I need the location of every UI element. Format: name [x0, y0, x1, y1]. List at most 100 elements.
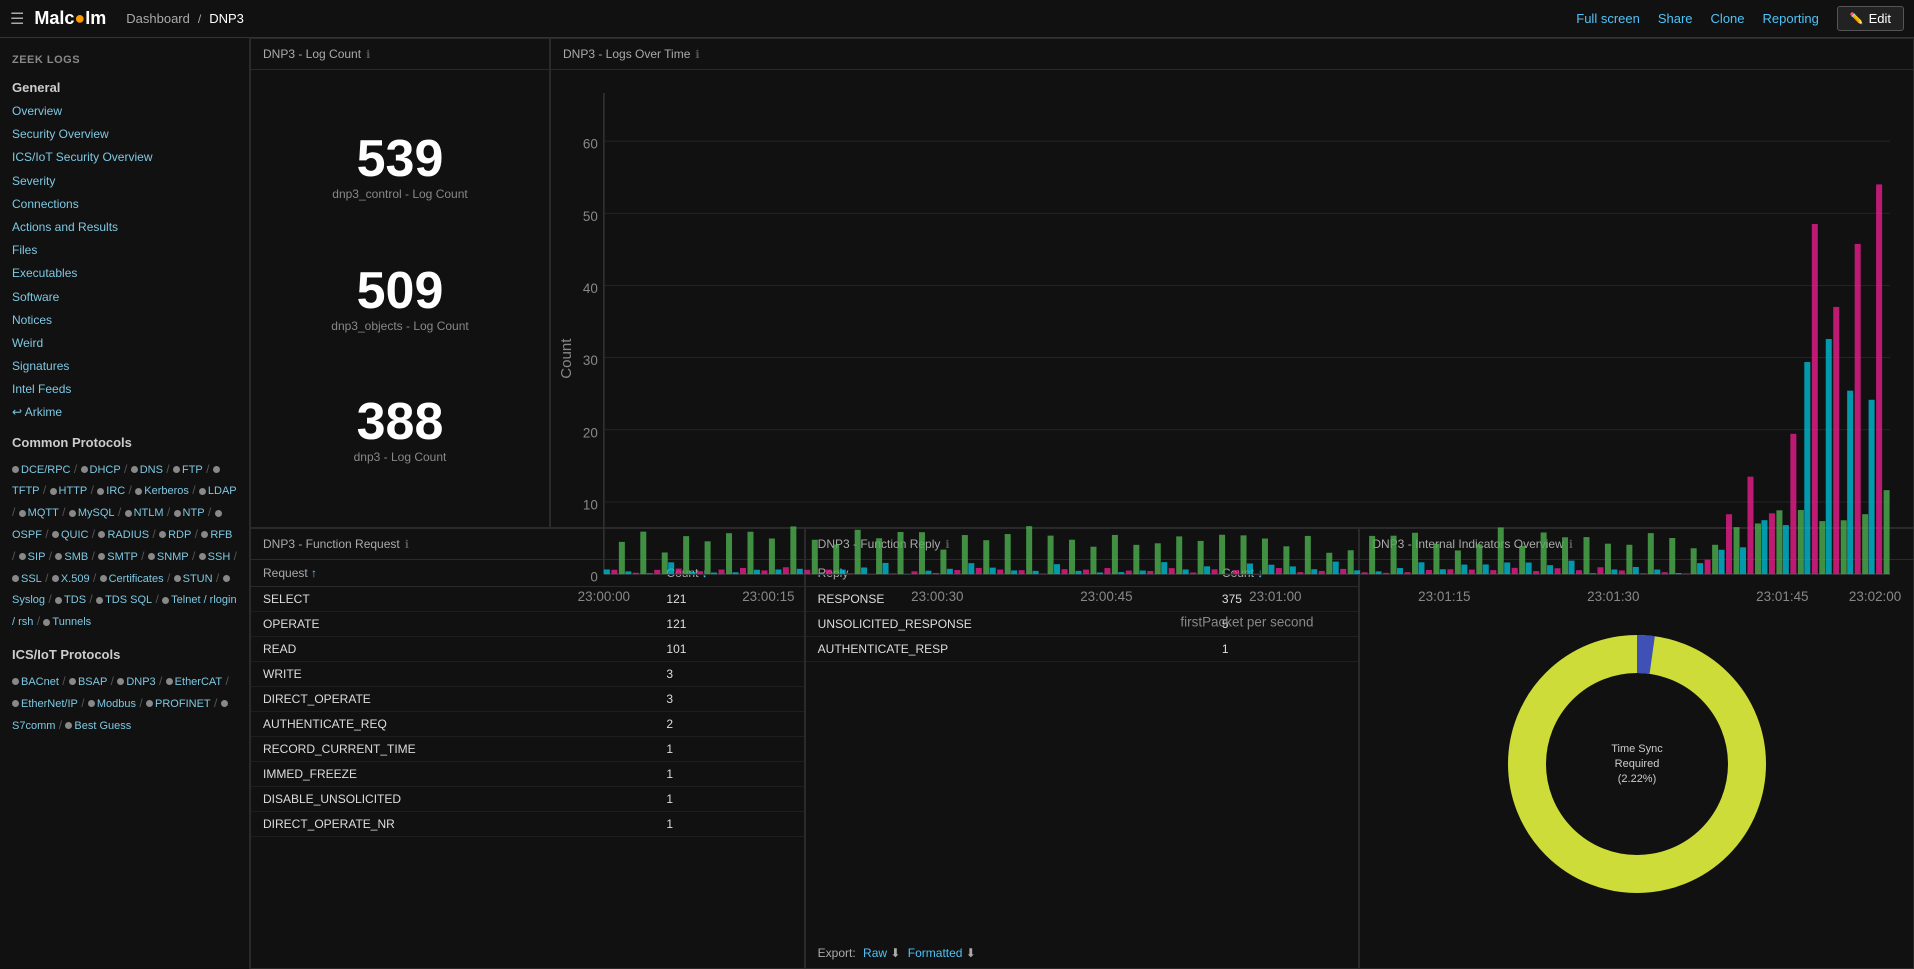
- protocol-link-stun[interactable]: STUN: [183, 573, 213, 585]
- protocol-link-ospf[interactable]: OSPF: [12, 529, 42, 541]
- common-protocols-container: DCE/RPC / DHCP / DNS / FTP / TFTP / HTTP…: [0, 455, 249, 637]
- top-panels-row: DNP3 - Log Count ℹ 539dnp3_control - Log…: [250, 38, 1914, 528]
- log-count-item: 539dnp3_control - Log Count: [332, 133, 467, 201]
- icsiot-link-modbus[interactable]: Modbus: [97, 698, 136, 710]
- table-row: WRITE3: [251, 662, 804, 687]
- protocol-link-ssl[interactable]: SSL: [21, 573, 42, 585]
- sidebar-link-intel-feeds[interactable]: Intel Feeds: [0, 378, 249, 401]
- protocol-link-snmp[interactable]: SNMP: [157, 551, 189, 563]
- sidebar-link-weird[interactable]: Weird: [0, 332, 249, 355]
- reporting-link[interactable]: Reporting: [1763, 11, 1819, 26]
- protocol-link-tftp[interactable]: TFTP: [12, 485, 40, 497]
- icsiot-link-dnp3[interactable]: DNP3: [126, 676, 155, 688]
- sidebar-link-actions-and-results[interactable]: Actions and Results: [0, 216, 249, 239]
- sidebar-link-signatures[interactable]: Signatures: [0, 355, 249, 378]
- export-formatted-link[interactable]: Formatted: [908, 946, 963, 960]
- protocol-link-quic[interactable]: QUIC: [61, 529, 89, 541]
- full-screen-link[interactable]: Full screen: [1576, 11, 1640, 26]
- protocol-link-kerberos[interactable]: Kerberos: [144, 485, 189, 497]
- protocol-link-dns[interactable]: DNS: [140, 464, 163, 476]
- icsiot-dot: [88, 700, 95, 707]
- protocol-link-mysql[interactable]: MySQL: [78, 507, 115, 519]
- protocol-link-smb[interactable]: SMB: [64, 551, 88, 563]
- protocol-link-ntp[interactable]: NTP: [183, 507, 205, 519]
- export-raw-link[interactable]: Raw: [863, 946, 887, 960]
- log-count-title: DNP3 - Log Count: [263, 47, 361, 61]
- protocol-link-dhcp[interactable]: DHCP: [90, 464, 121, 476]
- protocol-link-x.509[interactable]: X.509: [61, 573, 90, 585]
- svg-text:firstPacket per second: firstPacket per second: [1180, 615, 1313, 630]
- protocol-link-smtp[interactable]: SMTP: [107, 551, 138, 563]
- icsiot-link-ethercat[interactable]: EtherCAT: [175, 676, 222, 688]
- protocol-dot: [12, 575, 19, 582]
- sidebar-link-security-overview[interactable]: Security Overview: [0, 123, 249, 146]
- protocol-dot: [201, 531, 208, 538]
- sidebar-icsiot-title: ICS/IoT Protocols: [0, 637, 249, 667]
- protocol-link-ldap[interactable]: LDAP: [208, 485, 237, 497]
- log-count-number: 539: [332, 133, 467, 185]
- sidebar-link-connections[interactable]: Connections: [0, 193, 249, 216]
- protocol-dot: [159, 531, 166, 538]
- log-count-item: 509dnp3_objects - Log Count: [331, 265, 468, 333]
- svg-text:30: 30: [583, 353, 598, 368]
- breadcrumb-dashboard[interactable]: Dashboard: [126, 11, 190, 26]
- protocol-link-syslog[interactable]: Syslog: [12, 594, 45, 606]
- icsiot-link-ethernet/ip[interactable]: EtherNet/IP: [21, 698, 78, 710]
- sidebar-link-overview[interactable]: Overview: [0, 100, 249, 123]
- clone-link[interactable]: Clone: [1711, 11, 1745, 26]
- protocol-dot: [55, 597, 62, 604]
- table-row: DIRECT_OPERATE_NR1: [251, 812, 804, 837]
- protocol-link-radius[interactable]: RADIUS: [107, 529, 149, 541]
- icsiot-link-s7comm[interactable]: S7comm: [12, 720, 55, 732]
- protocol-dot: [12, 466, 19, 473]
- sidebar-link-↩-arkime[interactable]: ↩ Arkime: [0, 401, 249, 424]
- protocol-link-ssh[interactable]: SSH: [208, 551, 231, 563]
- protocol-link-http[interactable]: HTTP: [59, 485, 88, 497]
- icsiot-link-best guess[interactable]: Best Guess: [74, 720, 131, 732]
- request-cell: AUTHENTICATE_REQ: [251, 712, 654, 737]
- sidebar-link-files[interactable]: Files: [0, 239, 249, 262]
- protocol-link-rfb[interactable]: RFB: [210, 529, 232, 541]
- icsiot-dot: [117, 678, 124, 685]
- protocol-link-irc[interactable]: IRC: [106, 485, 125, 497]
- sidebar-link-severity[interactable]: Severity: [0, 170, 249, 193]
- icsiot-link-bacnet[interactable]: BACnet: [21, 676, 59, 688]
- protocol-link-ftp[interactable]: FTP: [182, 464, 203, 476]
- icsiot-dot: [221, 700, 228, 707]
- protocol-dot: [19, 510, 26, 517]
- chart-header: DNP3 - Logs Over Time ℹ: [551, 39, 1913, 70]
- icsiot-dot: [166, 678, 173, 685]
- request-cell: RECORD_CURRENT_TIME: [251, 737, 654, 762]
- svg-text:23:00:00: 23:00:00: [578, 589, 630, 604]
- menu-icon[interactable]: ☰: [10, 9, 24, 29]
- protocol-link-certificates[interactable]: Certificates: [109, 573, 164, 585]
- protocol-dot: [98, 531, 105, 538]
- sidebar-link-software[interactable]: Software: [0, 286, 249, 309]
- protocol-link-tds[interactable]: TDS: [64, 594, 86, 606]
- protocol-link-mqtt[interactable]: MQTT: [28, 507, 59, 519]
- log-count-number: 509: [331, 265, 468, 317]
- protocol-link-dce/rpc[interactable]: DCE/RPC: [21, 464, 71, 476]
- edit-button[interactable]: Edit: [1837, 6, 1904, 31]
- table-row: DISABLE_UNSOLICITED1: [251, 787, 804, 812]
- icsiot-link-bsap[interactable]: BSAP: [78, 676, 107, 688]
- sidebar: Zeek Logs General OverviewSecurity Overv…: [0, 38, 250, 969]
- share-link[interactable]: Share: [1658, 11, 1693, 26]
- svg-text:20: 20: [583, 425, 598, 440]
- protocol-dot: [100, 575, 107, 582]
- log-count-number: 388: [354, 396, 447, 448]
- protocol-dot: [174, 510, 181, 517]
- donut-chart: Time Sync Required (2.22%): [1497, 624, 1777, 904]
- protocol-dot: [173, 466, 180, 473]
- count-cell: 3: [654, 662, 803, 687]
- protocol-link-tds sql[interactable]: TDS SQL: [105, 594, 152, 606]
- protocol-link-rdp[interactable]: RDP: [168, 529, 191, 541]
- protocol-link-ntlm[interactable]: NTLM: [134, 507, 164, 519]
- icsiot-link-profinet[interactable]: PROFINET: [155, 698, 211, 710]
- svg-text:(2.22%): (2.22%): [1617, 773, 1656, 785]
- sidebar-link-notices[interactable]: Notices: [0, 309, 249, 332]
- sidebar-link-executables[interactable]: Executables: [0, 262, 249, 285]
- sidebar-link-ics/iot-security-overview[interactable]: ICS/IoT Security Overview: [0, 146, 249, 169]
- protocol-link-tunnels[interactable]: Tunnels: [52, 616, 91, 628]
- protocol-link-sip[interactable]: SIP: [28, 551, 46, 563]
